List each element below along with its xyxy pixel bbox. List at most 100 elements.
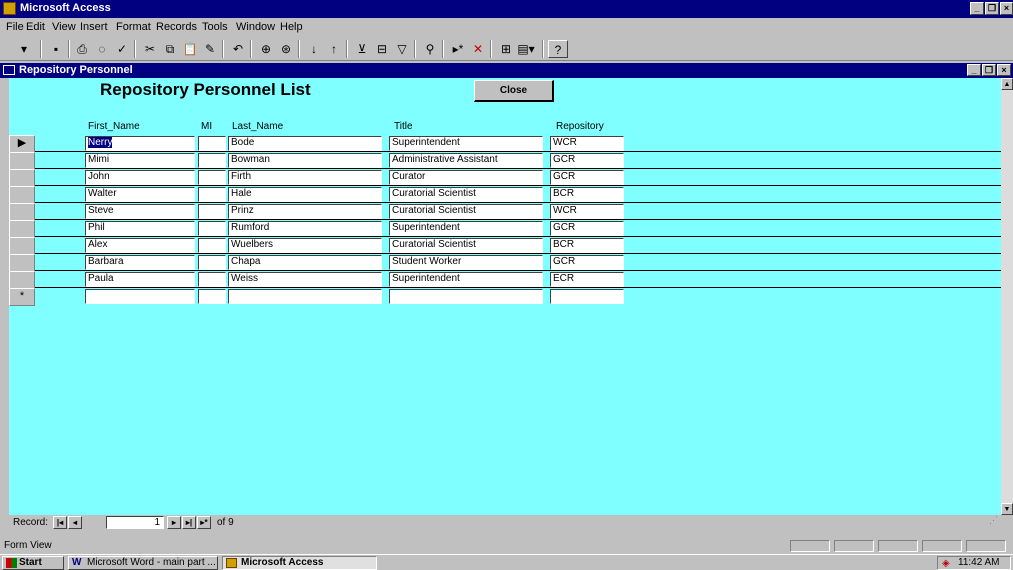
cell-repository[interactable]: WCR [550,136,624,151]
restore-app-icon[interactable]: ❐ [985,2,999,15]
apply-filter-icon[interactable]: ▽ [392,40,412,58]
cell-last-name[interactable]: Chapa [228,255,382,270]
close-form-icon[interactable]: × [997,64,1011,76]
cell-mi[interactable] [198,170,226,185]
cell-title[interactable]: Curatorial Scientist [389,187,543,202]
paste-icon[interactable]: 📋 [180,40,200,58]
print-preview-icon[interactable]: ◌ [92,40,112,58]
sort-ascending-icon[interactable]: ↓ [304,40,324,58]
menu-insert[interactable]: Insert [80,21,108,33]
cell-repository[interactable]: ECR [550,272,624,287]
record-selector[interactable] [9,220,35,238]
menu-tools[interactable]: Tools [202,21,228,33]
cell-first-name[interactable]: Nerry [85,136,195,151]
new-record-selector[interactable]: * [9,288,35,306]
cell-last-name[interactable]: Bode [228,136,382,151]
record-selector[interactable] [9,271,35,289]
new-cell-title[interactable] [389,289,543,304]
delete-record-icon[interactable]: ✕ [468,40,488,58]
record-selector[interactable] [9,186,35,204]
insert-hyperlink-icon[interactable]: ⊕ [256,40,276,58]
menu-help[interactable]: Help [280,21,303,33]
new-cell-mi[interactable] [198,289,226,304]
last-record-icon[interactable]: ▸| [182,516,196,529]
cell-title[interactable]: Curatorial Scientist [389,204,543,219]
close-app-icon[interactable]: × [1000,2,1013,15]
cell-repository[interactable]: GCR [550,255,624,270]
cell-title[interactable]: Superintendent [389,272,543,287]
menu-view[interactable]: View [52,21,76,33]
tray-shield-icon[interactable]: ◈ [942,558,950,569]
cell-last-name[interactable]: Weiss [228,272,382,287]
scroll-up-icon[interactable]: ▲ [1001,78,1013,90]
vertical-scrollbar[interactable]: ▲ ▼ [1001,78,1013,515]
menu-file[interactable]: File [6,21,24,33]
filter-by-selection-icon[interactable]: ⊻ [352,40,372,58]
find-icon[interactable]: ⚲ [420,40,440,58]
cell-mi[interactable] [198,238,226,253]
cut-icon[interactable]: ✂ [140,40,160,58]
format-painter-icon[interactable]: ✎ [200,40,220,58]
menu-format[interactable]: Format [116,21,151,33]
new-object-icon[interactable]: ▤▾ [516,40,536,58]
form-view-icon[interactable]: ▾ [14,40,34,58]
minimize-app-icon[interactable]: _ [970,2,984,15]
cell-title[interactable]: Superintendent [389,221,543,236]
cell-title[interactable]: Student Worker [389,255,543,270]
undo-icon[interactable]: ↶ [228,40,248,58]
cell-mi[interactable] [198,204,226,219]
record-number-field[interactable]: 1 [106,516,164,529]
cell-mi[interactable] [198,272,226,287]
cell-first-name[interactable]: John [85,170,195,185]
help-icon[interactable]: ? [548,40,568,58]
cell-last-name[interactable]: Prinz [228,204,382,219]
size-grip-icon[interactable]: ⋰ [989,515,1001,530]
next-record-icon[interactable]: ▸ [167,516,181,529]
cell-title[interactable]: Curator [389,170,543,185]
cell-first-name[interactable]: Alex [85,238,195,253]
cell-mi[interactable] [198,221,226,236]
taskbar-word-button[interactable]: W Microsoft Word - main part ... [68,556,218,570]
cell-last-name[interactable]: Bowman [228,153,382,168]
new-record-icon[interactable]: ▸* [448,40,468,58]
save-icon[interactable]: ▪ [46,40,66,58]
cell-first-name[interactable]: Mimi [85,153,195,168]
close-button[interactable]: Close [474,80,554,102]
start-button[interactable]: Start [2,556,64,570]
new-cell-repository[interactable] [550,289,624,304]
new-cell-first-name[interactable] [85,289,195,304]
print-icon[interactable]: ⎙ [72,40,92,58]
previous-record-icon[interactable]: ◂ [68,516,82,529]
cell-first-name[interactable]: Paula [85,272,195,287]
cell-repository[interactable]: GCR [550,170,624,185]
database-window-icon[interactable]: ⊞ [496,40,516,58]
cell-mi[interactable] [198,153,226,168]
minimize-form-icon[interactable]: _ [967,64,981,76]
cell-repository[interactable]: WCR [550,204,624,219]
cell-first-name[interactable]: Phil [85,221,195,236]
record-selector[interactable] [9,152,35,170]
sort-descending-icon[interactable]: ↑ [324,40,344,58]
new-cell-last-name[interactable] [228,289,382,304]
cell-mi[interactable] [198,255,226,270]
menu-edit[interactable]: Edit [26,21,45,33]
scroll-down-icon[interactable]: ▼ [1001,503,1013,515]
record-selector[interactable] [9,254,35,272]
cell-first-name[interactable]: Barbara [85,255,195,270]
cell-repository[interactable]: BCR [550,187,624,202]
taskbar-access-button[interactable]: Microsoft Access [222,556,377,570]
menu-window[interactable]: Window [236,21,275,33]
new-record-nav-icon[interactable]: ▸* [197,516,211,529]
record-selector[interactable] [9,169,35,187]
cell-repository[interactable]: GCR [550,221,624,236]
spelling-icon[interactable]: ✓ [112,40,132,58]
cell-repository[interactable]: BCR [550,238,624,253]
record-selector[interactable] [9,203,35,221]
cell-first-name[interactable]: Walter [85,187,195,202]
cell-title[interactable]: Superintendent [389,136,543,151]
cell-last-name[interactable]: Rumford [228,221,382,236]
filter-by-form-icon[interactable]: ⊟ [372,40,392,58]
cell-last-name[interactable]: Hale [228,187,382,202]
cell-title[interactable]: Curatorial Scientist [389,238,543,253]
copy-icon[interactable]: ⧉ [160,40,180,58]
